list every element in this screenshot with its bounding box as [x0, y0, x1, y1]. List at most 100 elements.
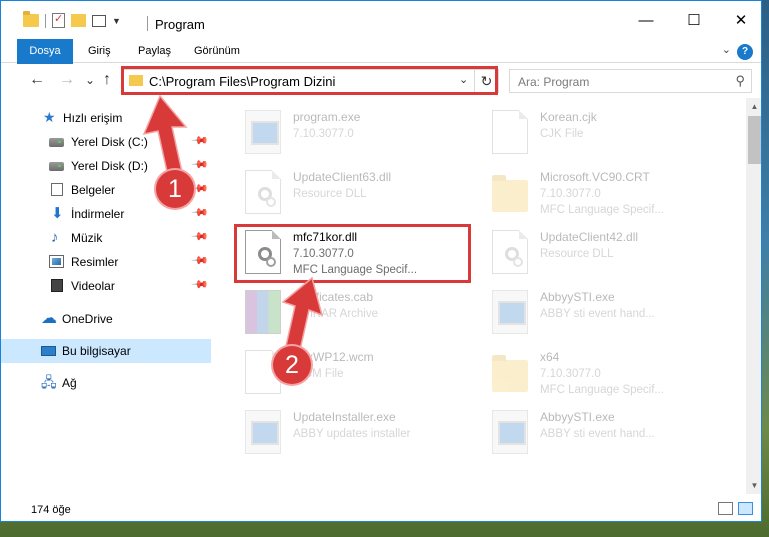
file-item[interactable]: Korean.cjk CJK File — [486, 106, 726, 166]
sidebar-item-label: Resimler — [71, 255, 119, 269]
file-item[interactable]: x64 7.10.3077.0 MFC Language Specif... — [486, 346, 726, 406]
sidebar-item-music[interactable]: ♪ Müzik 📌 — [1, 226, 211, 250]
file-item[interactable]: program.exe 7.10.3077.0 — [239, 106, 479, 166]
sidebar-item-label: Müzik — [71, 231, 103, 245]
file-item[interactable]: UpdateInstaller.exe ABBY updates install… — [239, 406, 479, 466]
sidebar-item-onedrive[interactable]: ☁ OneDrive — [1, 307, 211, 331]
back-button[interactable]: ← — [29, 71, 45, 89]
sidebar-item-label: Yerel Disk (D:) — [71, 159, 148, 173]
tab-gorunum[interactable]: Görünüm — [194, 39, 240, 63]
sidebar-item-network[interactable]: 🖧 Ağ — [1, 371, 211, 395]
sidebar-item-videos[interactable]: Videolar 📌 — [1, 274, 211, 298]
minimize-button[interactable]: — — [631, 9, 661, 33]
up-button[interactable]: ↑ — [103, 71, 111, 89]
scroll-up-icon[interactable]: ▲ — [746, 98, 761, 115]
expand-ribbon-icon[interactable]: ⌄ — [722, 43, 731, 56]
scroll-down-icon[interactable]: ▼ — [746, 477, 761, 494]
vertical-scrollbar[interactable]: ▲ ▼ — [746, 98, 761, 494]
new-folder-icon[interactable] — [71, 14, 86, 27]
file-name: certificates.cab — [293, 290, 374, 304]
pictures-icon — [49, 255, 64, 268]
sidebar-item-label: OneDrive — [62, 312, 113, 326]
tab-giris[interactable]: Giriş — [88, 39, 111, 63]
file-item[interactable]: Microsoft.VC90.CRT 7.10.3077.0 MFC Langu… — [486, 166, 726, 226]
file-highlight-box — [234, 224, 471, 283]
quick-access-toolbar: ▼ — [23, 11, 121, 28]
item-count: 174 öğe — [31, 504, 71, 516]
tiles-view-icon[interactable] — [738, 502, 753, 515]
exe-icon — [492, 410, 528, 454]
help-icon[interactable]: ? — [737, 44, 753, 60]
maximize-button[interactable]: ☐ — [679, 9, 709, 33]
documents-icon — [51, 183, 63, 196]
search-icon[interactable]: ⚲ — [735, 73, 745, 89]
file-detail: 7.10.3077.0 — [540, 368, 601, 380]
dll-icon — [245, 170, 281, 214]
file-name: Korean.cjk — [540, 110, 597, 124]
sidebar-item-quick-access[interactable]: ★ Hızlı erişim — [1, 106, 211, 130]
details-view-icon[interactable] — [718, 502, 733, 515]
ribbon-tabs: Dosya Giriş Paylaş Görünüm ⌄ ? — [1, 39, 761, 99]
onedrive-icon: ☁ — [41, 310, 57, 327]
sidebar-item-label: Ağ — [62, 376, 77, 390]
file-detail: ABBY updates installer — [293, 428, 411, 440]
dll-icon — [492, 230, 528, 274]
file-item[interactable]: AbbyySTI.exe ABBY sti event hand... — [486, 286, 726, 346]
title-bar: ▼ Program — ☐ ✕ — [1, 1, 761, 39]
file-name: Microsoft.VC90.CRT — [540, 170, 650, 184]
file-name: AbbyySTI.exe — [540, 410, 615, 424]
folder-icon — [23, 11, 39, 27]
file-detail: WinRAR Archive — [293, 308, 378, 320]
step-1-badge: 1 — [156, 170, 194, 208]
star-icon: ★ — [43, 109, 56, 125]
file-detail: ABBY sti event hand... — [540, 308, 655, 320]
drive-icon — [49, 162, 64, 171]
downloads-icon: ⬇ — [51, 205, 64, 222]
file-item[interactable]: UpdateClient63.dll Resource DLL — [239, 166, 479, 226]
folder-icon — [492, 355, 528, 392]
recent-locations-button[interactable]: ⌄ — [85, 73, 95, 87]
pin-icon: 📌 — [190, 227, 209, 246]
file-name: UpdateInstaller.exe — [293, 410, 396, 424]
file-name: x64 — [540, 350, 560, 364]
toolbar-divider — [45, 13, 46, 28]
videos-icon — [51, 279, 63, 292]
window-title: Program — [155, 17, 205, 32]
sidebar-item-label: İndirmeler — [71, 207, 125, 221]
file-description: MFC Language Specif... — [540, 384, 665, 396]
file-name: UpdateClient63.dll — [293, 170, 392, 184]
sidebar-item-pictures[interactable]: Resimler 📌 — [1, 250, 211, 274]
file-list: program.exe 7.10.3077.0 Korean.cjk CJK F… — [211, 98, 746, 494]
sidebar-item-this-pc[interactable]: Bu bilgisayar — [1, 339, 211, 363]
address-highlight-box — [121, 66, 498, 95]
exe-icon — [492, 290, 528, 334]
file-item[interactable]: certificates.cab WinRAR Archive — [239, 286, 479, 346]
scrollbar-thumb[interactable] — [748, 116, 761, 164]
close-button[interactable]: ✕ — [726, 9, 756, 33]
sidebar-item-label: Videolar — [71, 279, 115, 293]
step-2-badge: 2 — [273, 346, 311, 384]
music-icon: ♪ — [51, 229, 59, 246]
search-box[interactable]: Ara: Program ⚲ — [509, 69, 752, 93]
archive-icon — [245, 290, 281, 334]
tab-paylas[interactable]: Paylaş — [138, 39, 171, 63]
exe-icon — [245, 410, 281, 454]
pin-icon: 📌 — [190, 131, 209, 150]
status-bar: 174 öğe — [1, 494, 761, 521]
view-icon[interactable] — [92, 14, 106, 27]
file-item[interactable]: AbbyySTI.exe ABBY sti event hand... — [486, 406, 726, 466]
pin-icon: 📌 — [190, 155, 209, 174]
exe-icon — [245, 110, 281, 154]
properties-icon[interactable] — [52, 12, 65, 28]
file-item[interactable]: UpdateClient42.dll Resource DLL — [486, 226, 726, 286]
file-description: MFC Language Specif... — [540, 204, 665, 216]
forward-button[interactable]: → — [59, 71, 75, 89]
sidebar-item-label: Bu bilgisayar — [62, 344, 131, 358]
file-detail: Resource DLL — [293, 188, 367, 200]
file-name: UpdateClient42.dll — [540, 230, 639, 244]
file-name: AbbyySTI.exe — [540, 290, 615, 304]
chevron-down-icon[interactable]: ▼ — [112, 16, 121, 26]
folder-icon — [492, 175, 528, 212]
search-placeholder: Ara: Program — [518, 75, 590, 89]
sidebar-item-local-disk-c[interactable]: Yerel Disk (C:) 📌 — [1, 130, 211, 154]
